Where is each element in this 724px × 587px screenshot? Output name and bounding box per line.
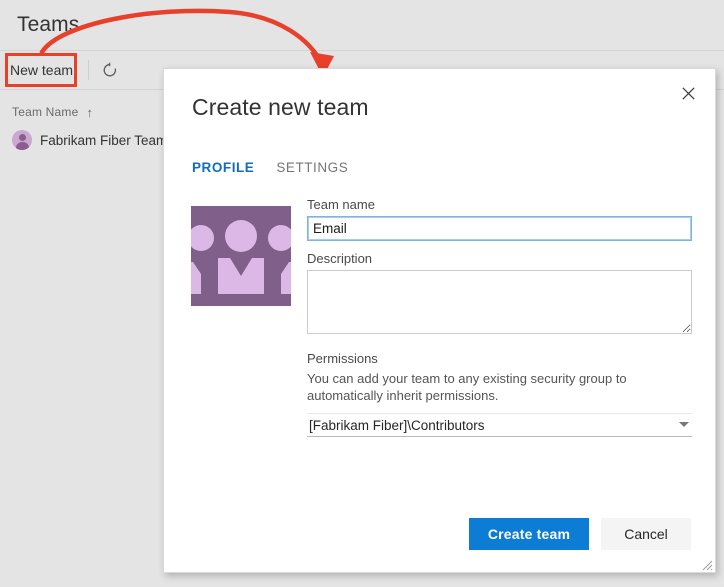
dialog-footer: Create team Cancel [164, 518, 715, 550]
close-icon[interactable] [672, 78, 704, 108]
team-name-input[interactable] [307, 216, 692, 241]
permissions-selected-value[interactable]: [Fabrikam Fiber]\Contributors [307, 414, 692, 437]
team-name-label: Team name [307, 197, 692, 212]
tab-settings[interactable]: SETTINGS [276, 160, 348, 179]
dialog-body: Team name Description Permissions You ca… [164, 197, 715, 527]
toolbar-separator [88, 60, 89, 80]
page-title: Teams [17, 13, 79, 37]
tab-profile[interactable]: PROFILE [192, 160, 254, 179]
description-label: Description [307, 251, 692, 266]
refresh-icon-glyph [100, 60, 120, 80]
column-header-team-name[interactable]: Team Name ↑ [12, 105, 93, 119]
team-avatar-icon [12, 130, 32, 150]
create-team-button[interactable]: Create team [469, 518, 589, 550]
permissions-help-text: You can add your team to any existing se… [307, 370, 687, 404]
create-new-team-dialog: Create new team PROFILE SETTINGS [163, 68, 716, 573]
new-team-button[interactable]: New team [10, 59, 73, 81]
dialog-tabs: PROFILE SETTINGS [192, 160, 348, 179]
permissions-label: Permissions [307, 351, 692, 366]
dialog-resize-grip[interactable] [701, 558, 713, 570]
resize-grip-icon [701, 559, 713, 571]
refresh-icon[interactable] [100, 60, 120, 80]
team-group-avatar-icon[interactable] [191, 206, 291, 306]
close-icon-glyph [682, 87, 695, 100]
chevron-down-icon[interactable] [679, 422, 689, 427]
table-row[interactable]: Fabrikam Fiber Team [12, 130, 167, 150]
description-input[interactable] [307, 270, 692, 334]
dialog-title: Create new team [192, 94, 369, 121]
permissions-dropdown[interactable]: [Fabrikam Fiber]\Contributors [307, 413, 692, 437]
sort-ascending-icon: ↑ [87, 106, 94, 119]
column-header-label: Team Name [12, 105, 79, 119]
team-name-label: Fabrikam Fiber Team [40, 133, 167, 148]
form-column: Team name Description Permissions You ca… [307, 197, 692, 437]
cancel-button[interactable]: Cancel [601, 518, 691, 550]
team-group-avatar-glyph [191, 206, 291, 306]
